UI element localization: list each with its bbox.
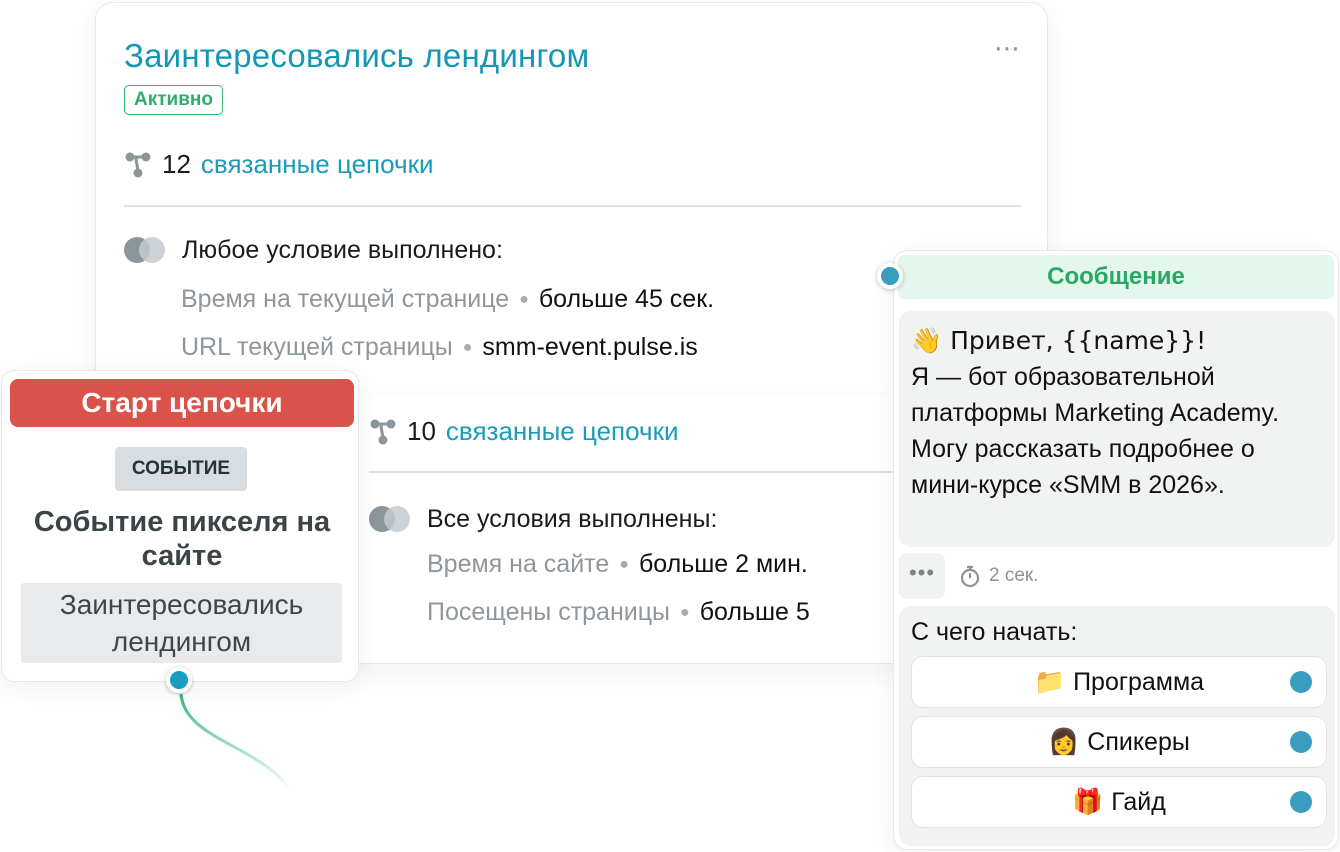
chain-start-header: Старт цепочки [10,379,354,427]
event-title: Событие пикселя на сайте [33,506,331,572]
option-port[interactable] [1290,671,1312,693]
message-header: Сообщение [898,255,1334,299]
buttons-block: С чего начать: 📁 Программа 👩 Спикеры 🎁 Г… [899,606,1335,846]
condition-group-label: Любое условие выполнено: [182,235,503,264]
linked-chains[interactable]: 12 связанные цепочки [124,149,433,180]
more-options-icon[interactable]: ⋯ [994,35,1021,61]
condition-row: Посещены страницы ● больше 5 [427,598,810,627]
condition-key: URL текущей страницы [181,333,453,361]
option-button-label: Спикеры [1087,727,1190,756]
folder-icon: 📁 [1033,667,1066,696]
delay-text: 2 сек. [989,565,1039,586]
condition-row: Время на сайте ● больше 2 мин. [427,550,808,579]
message-card[interactable]: Сообщение 👋 Привет, {{name}}! Я — бот об… [893,250,1339,850]
condition-value: smm-event.pulse.is [482,333,698,361]
separator-dot: ● [619,555,629,573]
message-meta: ••• 2 сек. [899,553,1039,599]
segment-title[interactable]: Заинтересовались лендингом [124,37,589,75]
condition-value: больше 45 сек. [538,285,715,313]
condition-value: больше 5 [699,598,810,626]
divider [124,205,1021,207]
condition-value: больше 2 мин. [638,550,808,578]
input-port[interactable] [877,263,903,289]
delay-indicator: 2 сек. [959,564,1039,588]
venn-icon [124,235,168,265]
separator-dot: ● [462,338,473,356]
linked-chains-link[interactable]: связанные цепочки [446,416,679,447]
status-badge: Активно [124,85,223,115]
option-port[interactable] [1290,791,1312,813]
woman-icon: 👩 [1048,727,1080,756]
separator-dot: ● [519,290,529,308]
condition-key: Посещены страницы [427,598,671,626]
option-button-guide[interactable]: 🎁 Гайд [911,776,1327,828]
message-greeting: 👋 Привет, {{name}}! [911,326,1207,355]
message-text: Я — бот образовательной платформы Market… [911,363,1280,499]
branch-icon [125,152,151,177]
output-port[interactable] [166,667,192,693]
message-bubble[interactable]: 👋 Привет, {{name}}! Я — бот образователь… [899,311,1335,547]
segment-card-secondary[interactable]: 10 связанные цепочки Все условия выполне… [340,396,940,664]
venn-icon [369,504,413,534]
branch-icon [370,419,396,444]
linked-chains[interactable]: 10 связанные цепочки [369,416,678,447]
linked-chains-link[interactable]: связанные цепочки [201,149,434,180]
condition-row: URL текущей страницы ● smm-event.pulse.i… [181,333,698,362]
option-button-label: Программа [1073,667,1205,696]
condition-key: Время на текущей странице [181,285,510,313]
condition-group-any: Любое условие выполнено: [124,235,503,265]
event-tag: СОБЫТИЕ [115,447,247,491]
chain-start-card[interactable]: Старт цепочки СОБЫТИЕ Событие пикселя на… [1,370,359,682]
divider [369,471,929,473]
option-port[interactable] [1290,731,1312,753]
stopwatch-icon [960,565,980,588]
condition-group-label: Все условия выполнены: [427,504,718,533]
message-options-icon[interactable]: ••• [899,553,945,599]
option-button-speakers[interactable]: 👩 Спикеры [911,716,1327,768]
condition-key: Время на сайте [427,550,610,578]
separator-dot: ● [680,603,690,621]
linked-chains-count: 10 [407,416,436,446]
option-button-label: Гайд [1111,787,1166,816]
condition-row: Время на текущей странице ● больше 45 се… [181,285,714,314]
option-button-program[interactable]: 📁 Программа [911,656,1327,708]
gift-icon: 🎁 [1072,787,1104,816]
buttons-question: С чего начать: [911,618,1078,646]
linked-chains-count: 12 [162,149,191,179]
event-value: Заинтересовались лендингом [21,583,342,663]
condition-group-all: Все условия выполнены: [369,504,717,534]
